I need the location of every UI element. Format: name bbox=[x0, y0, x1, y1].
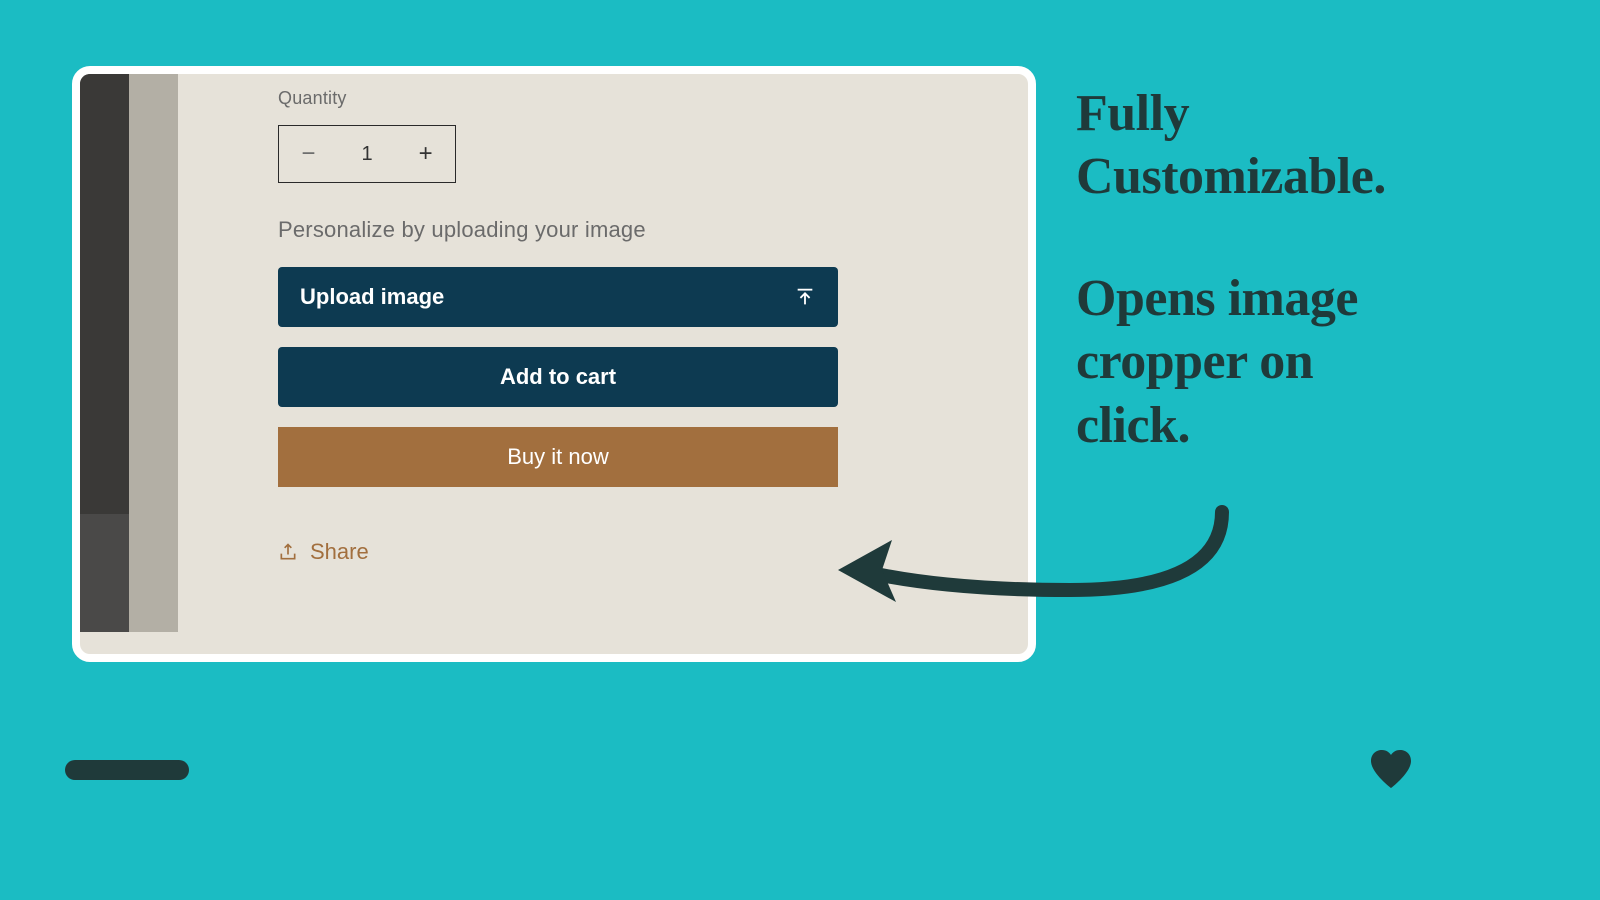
buy-it-now-button[interactable]: Buy it now bbox=[278, 427, 838, 487]
heart-icon bbox=[1366, 746, 1416, 790]
quantity-decrement-button[interactable]: − bbox=[279, 126, 338, 182]
annotation-line-5: click. bbox=[1076, 394, 1536, 457]
add-to-cart-button[interactable]: Add to cart bbox=[278, 347, 838, 407]
buy-it-now-label: Buy it now bbox=[507, 444, 609, 470]
upload-image-label: Upload image bbox=[300, 284, 444, 310]
plus-icon: + bbox=[419, 140, 433, 168]
share-label: Share bbox=[310, 539, 369, 565]
add-to-cart-label: Add to cart bbox=[500, 364, 616, 390]
quantity-stepper[interactable]: − 1 + bbox=[278, 125, 456, 183]
product-form-card: Quantity − 1 + Personalize by uploading … bbox=[72, 66, 1036, 662]
annotation-line-4: cropper on bbox=[1076, 330, 1536, 393]
quantity-value: 1 bbox=[338, 143, 397, 166]
annotation-text: Fully Customizable. Opens image cropper … bbox=[1076, 82, 1536, 457]
annotation-line-1: Fully bbox=[1076, 82, 1536, 145]
upload-icon bbox=[794, 286, 816, 308]
annotation-line-2: Customizable. bbox=[1076, 145, 1536, 208]
decorative-pill-icon bbox=[65, 760, 189, 780]
upload-image-button[interactable]: Upload image bbox=[278, 267, 838, 327]
personalize-label: Personalize by uploading your image bbox=[278, 217, 898, 243]
product-image-sliver bbox=[80, 74, 178, 632]
annotation-line-3: Opens image bbox=[1076, 267, 1536, 330]
product-form: Quantity − 1 + Personalize by uploading … bbox=[178, 74, 1028, 654]
share-icon bbox=[278, 542, 298, 562]
minus-icon: − bbox=[301, 140, 315, 168]
share-button[interactable]: Share bbox=[278, 539, 369, 565]
quantity-label: Quantity bbox=[278, 88, 898, 109]
quantity-increment-button[interactable]: + bbox=[396, 126, 455, 182]
